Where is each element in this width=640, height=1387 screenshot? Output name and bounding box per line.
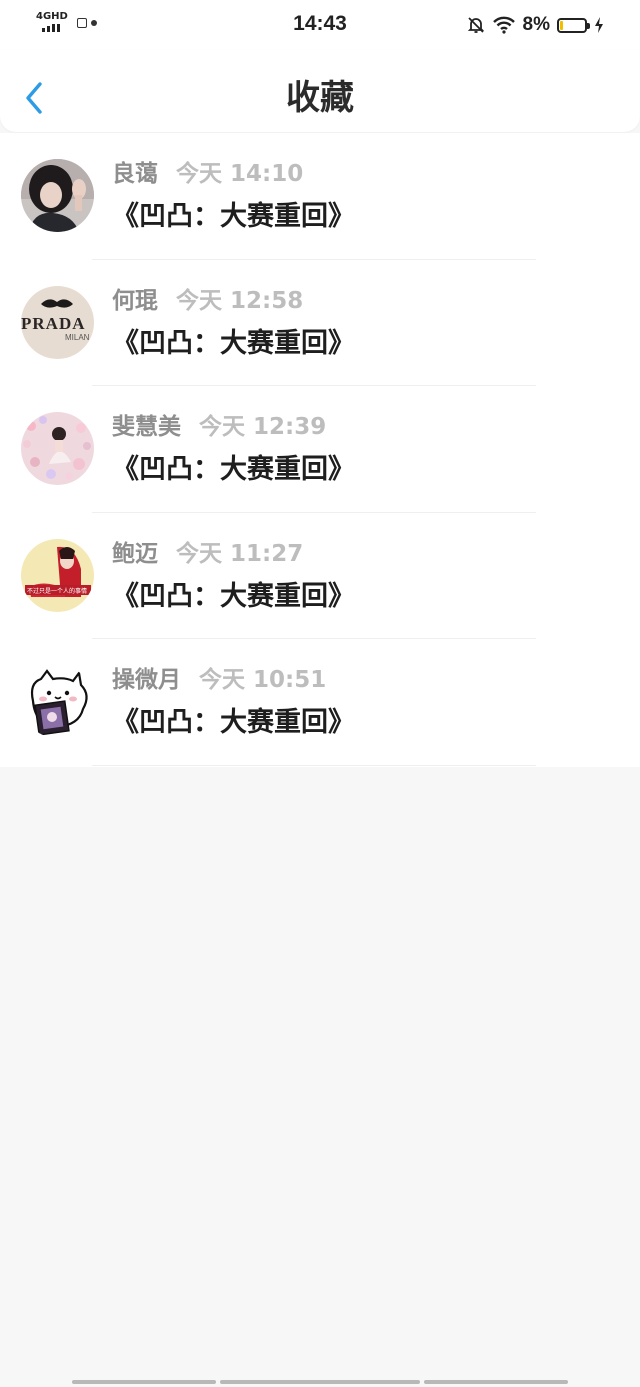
status-bar: 4GHD 14:43 8% [0, 0, 640, 50]
wifi-icon [492, 16, 515, 34]
list-item[interactable]: 斐慧美 今天 12:39 《凹凸：大赛重回》 [0, 386, 640, 513]
list-item[interactable]: 操微月 今天 10:51 《凹凸：大赛重回》 [0, 639, 640, 766]
battery-percentage: 8% [522, 14, 550, 35]
battery-icon [557, 17, 590, 33]
user-name: 良蔼 [112, 161, 158, 187]
divider [92, 764, 536, 766]
avatar[interactable]: PRADA MILAN [21, 285, 94, 359]
timestamp: 今天 12:39 [199, 414, 327, 441]
item-title: 《凹凸：大赛重回》 [112, 201, 355, 232]
svg-text:MILAN: MILAN [65, 333, 90, 342]
home-indicator [220, 1380, 420, 1384]
user-name: 操微月 [112, 667, 181, 694]
svg-text:不过只是一个人的事情: 不过只是一个人的事情 [27, 587, 87, 595]
avatar[interactable] [21, 412, 94, 486]
favorites-list: 良蔼 今天 14:10 《凹凸：大赛重回》 PRADA MILAN 何琨 今天 … [0, 133, 640, 767]
avatar[interactable] [21, 665, 94, 739]
timestamp: 今天 12:58 [176, 287, 304, 314]
home-indicator [72, 1380, 216, 1384]
navigation-bar: 收藏 [0, 50, 640, 132]
user-name: 鲍迈 [112, 540, 158, 567]
mute-bell-icon [467, 17, 484, 33]
item-title: 《凹凸：大赛重回》 [112, 327, 355, 359]
list-item[interactable]: 不过只是一个人的事情 鲍迈 今天 11:27 《凹凸：大赛重回》 [0, 513, 640, 640]
page-title: 收藏 [286, 78, 354, 118]
item-title: 《凹凸：大赛重回》 [112, 580, 355, 612]
timestamp: 今天 10:51 [199, 667, 327, 694]
avatar[interactable]: 不过只是一个人的事情 [21, 538, 94, 612]
item-title: 《凹凸：大赛重回》 [112, 707, 355, 739]
timestamp: 今天 11:27 [176, 540, 304, 567]
home-indicator [424, 1380, 568, 1384]
list-item[interactable]: 良蔼 今天 14:10 《凹凸：大赛重回》 [0, 133, 640, 260]
avatar[interactable] [21, 159, 94, 232]
charging-icon [595, 17, 603, 33]
svg-text:PRADA: PRADA [21, 314, 86, 333]
user-name: 何琨 [112, 287, 158, 314]
timestamp: 今天 14:10 [176, 161, 304, 187]
item-title: 《凹凸：大赛重回》 [112, 454, 355, 486]
list-item[interactable]: PRADA MILAN 何琨 今天 12:58 《凹凸：大赛重回》 [0, 260, 640, 387]
user-name: 斐慧美 [112, 414, 181, 441]
